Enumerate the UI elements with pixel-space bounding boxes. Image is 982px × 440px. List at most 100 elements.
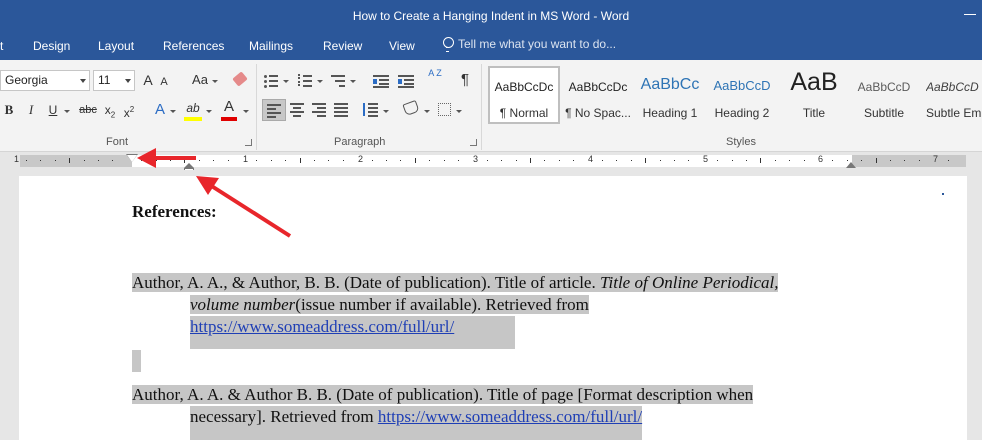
superscript-button[interactable]: x2 — [122, 100, 136, 120]
style-subtitle[interactable]: AaBbCcD Subtitle — [848, 66, 920, 124]
increase-indent-icon[interactable] — [398, 74, 414, 88]
highlight-button[interactable]: ab — [184, 98, 202, 118]
strikethrough-button[interactable]: abc — [78, 100, 98, 120]
ruler-tick — [918, 160, 920, 161]
style-name: Subtitle — [863, 106, 905, 120]
ruler-tick — [141, 160, 143, 161]
tell-me-text: Tell me what you want to do... — [458, 37, 617, 51]
style-name: Heading 2 — [714, 106, 770, 120]
bullets-icon[interactable] — [264, 74, 278, 88]
ribbon-tabs: t Design Layout References Mailings Revi… — [0, 32, 982, 60]
ruler-tick — [443, 160, 445, 161]
paragraph-dialog-launcher-icon[interactable] — [470, 139, 477, 146]
ruler-tick — [414, 158, 416, 163]
ruler-tick — [602, 160, 603, 161]
ruler-tick — [371, 160, 373, 161]
entry2-line1: Author, A. A. & Author B. B. (Date of pu… — [132, 384, 754, 406]
multilevel-list-icon[interactable] — [331, 74, 345, 87]
tell-me-box[interactable]: Tell me what you want to do... — [442, 37, 617, 52]
ruler-tick — [198, 160, 200, 161]
numbering-dropdown-icon[interactable] — [317, 80, 323, 83]
tab-view[interactable]: View — [389, 39, 415, 53]
align-left-button[interactable] — [262, 99, 286, 121]
title-bar: How to Create a Hanging Indent in MS Wor… — [0, 0, 982, 32]
ruler-tick — [314, 160, 315, 161]
decrease-indent-icon[interactable] — [373, 74, 389, 88]
bold-button[interactable]: B — [2, 100, 16, 120]
underline-dropdown-icon[interactable] — [64, 110, 70, 113]
change-case-dropdown-icon[interactable] — [212, 80, 218, 83]
ruler-tick — [515, 160, 517, 161]
style-subtle-emphasis[interactable]: AaBbCcD Subtle Em... — [922, 66, 982, 124]
shading-dropdown-icon[interactable] — [424, 110, 430, 113]
ruler-tick — [170, 160, 171, 161]
style-name: ¶ Normal — [499, 106, 549, 120]
ruler-tick — [832, 160, 834, 161]
style-no-spacing[interactable]: AaBbCcDc ¶ No Spac... — [562, 66, 634, 124]
ruler-tick — [285, 160, 287, 161]
ribbon-separator — [256, 64, 257, 150]
ruler-tick — [890, 160, 891, 161]
shrink-font-button[interactable]: A — [158, 72, 170, 92]
style-sample: AaBbCcDc — [568, 80, 628, 94]
ruler-tick — [659, 160, 661, 161]
entry2-text: Author, A. A. & Author B. B. (Date of pu… — [132, 385, 754, 404]
style-sample: AaBbCcD — [857, 80, 911, 94]
entry1-link[interactable]: https://www.someaddress.com/full/url/ — [190, 317, 454, 336]
ruler-tick — [227, 160, 229, 161]
text-effects-dropdown-icon[interactable] — [170, 110, 176, 113]
style-heading-2[interactable]: AaBbCcD Heading 2 — [706, 66, 778, 124]
subscript-button[interactable]: x2 — [103, 100, 117, 120]
font-color-button[interactable]: A — [221, 97, 237, 117]
first-line-indent-marker-fill — [127, 155, 137, 162]
show-formatting-button[interactable]: ¶ — [458, 70, 472, 90]
ruler-tick — [342, 160, 344, 161]
ruler-tick — [83, 160, 85, 161]
highlight-color-swatch — [184, 117, 202, 121]
entry1-issue: (issue number if available). Retrieved f… — [295, 295, 589, 314]
justify-icon[interactable] — [334, 103, 348, 117]
text-effects-button[interactable]: A — [153, 100, 167, 120]
sort-button[interactable]: A Z — [428, 68, 442, 88]
minimize-button[interactable] — [942, 0, 982, 32]
style-heading-1[interactable]: AaBbCc Heading 1 — [634, 66, 706, 124]
ruler-number: 4 — [588, 154, 594, 164]
font-size-select[interactable]: 11 — [93, 70, 135, 91]
borders-icon[interactable] — [438, 103, 451, 116]
tab-references[interactable]: References — [163, 39, 224, 53]
font-color-dropdown-icon[interactable] — [243, 110, 249, 113]
align-center-icon[interactable] — [290, 103, 304, 117]
highlight-dropdown-icon[interactable] — [206, 110, 212, 113]
font-dialog-launcher-icon[interactable] — [245, 139, 252, 146]
style-title[interactable]: AaB Title — [778, 66, 850, 124]
horizontal-ruler[interactable]: 1 1 2 3 4 5 6 7 — [14, 154, 966, 167]
tab-insert[interactable]: t — [0, 39, 3, 53]
window-title: How to Create a Hanging Indent in MS Wor… — [352, 9, 630, 23]
tab-design[interactable]: Design — [33, 39, 70, 53]
underline-button[interactable]: U — [46, 100, 60, 120]
style-sample: AaBbCcD — [713, 78, 771, 93]
numbering-icon[interactable] — [298, 74, 312, 87]
clear-formatting-icon[interactable] — [232, 71, 248, 87]
shading-icon[interactable] — [402, 99, 420, 117]
ruler-tick — [98, 160, 99, 161]
entry2-link[interactable]: https://www.someaddress.com/full/url/ — [378, 407, 642, 426]
grow-font-button[interactable]: A — [141, 70, 155, 90]
ruler-tick — [760, 158, 762, 163]
ruler-number: 3 — [473, 154, 479, 164]
ruler-tick — [400, 160, 402, 161]
tab-review[interactable]: Review — [323, 39, 362, 53]
right-indent-marker[interactable] — [846, 162, 856, 168]
multilevel-dropdown-icon[interactable] — [350, 80, 356, 83]
line-spacing-icon[interactable] — [362, 103, 378, 117]
bullets-dropdown-icon[interactable] — [283, 80, 289, 83]
line-spacing-dropdown-icon[interactable] — [383, 110, 389, 113]
tab-mailings[interactable]: Mailings — [249, 39, 293, 53]
tab-layout[interactable]: Layout — [98, 39, 134, 53]
italic-button[interactable]: I — [24, 100, 38, 120]
borders-dropdown-icon[interactable] — [456, 110, 462, 113]
change-case-button[interactable]: Aa — [190, 70, 210, 90]
align-right-icon[interactable] — [312, 103, 326, 117]
style-normal[interactable]: AaBbCcDc ¶ Normal — [488, 66, 560, 124]
font-name-select[interactable]: Georgia — [0, 70, 90, 91]
